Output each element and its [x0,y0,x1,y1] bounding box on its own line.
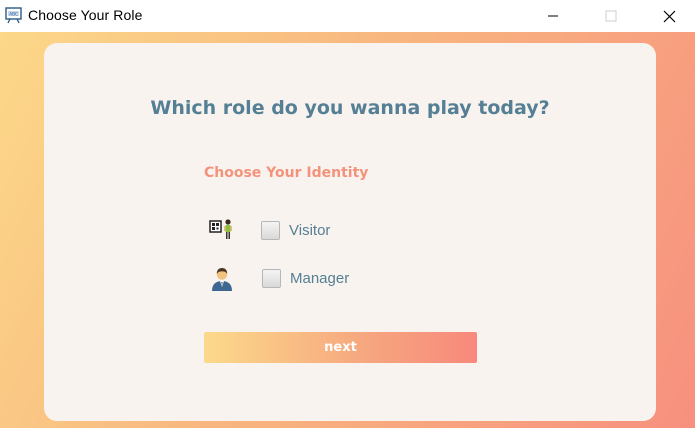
svg-text:ABC: ABC [9,11,18,16]
title-bar: ABC Choose Your Role [0,0,695,32]
window-title: Choose Your Role [28,7,143,23]
page-heading: Which role do you wanna play today? [150,97,550,119]
app-window-icon: ABC [5,7,22,24]
identity-subheading: Choose Your Identity [204,165,369,181]
manager-icon [209,265,235,291]
manager-label: Manager [290,270,350,287]
close-icon[interactable] [646,0,692,32]
next-button[interactable]: next [204,332,477,363]
minimize-icon[interactable] [530,0,576,32]
gradient-background: Which role do you wanna play today? Choo… [0,32,695,428]
visitor-label: Visitor [289,222,331,239]
maximize-icon[interactable] [588,0,634,32]
role-selection-card: Which role do you wanna play today? Choo… [44,43,656,421]
visitor-checkbox[interactable] [261,221,280,240]
visitor-icon [209,217,235,243]
manager-checkbox[interactable] [262,269,281,288]
